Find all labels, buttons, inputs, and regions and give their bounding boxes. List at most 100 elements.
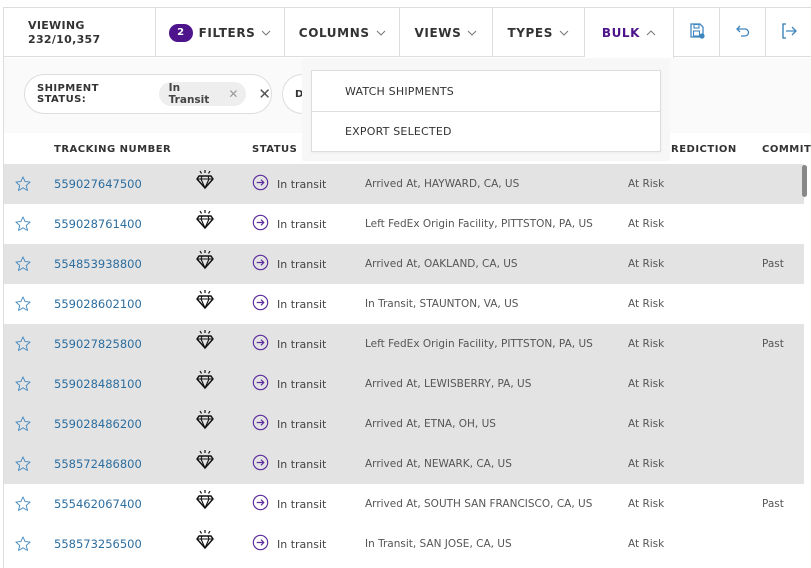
prediction: At Risk [628,418,665,430]
prediction: At Risk [628,298,665,310]
menu-item-export-selected[interactable]: EXPORT SELECTED [312,111,660,151]
viewing-label: VIEWING [28,18,85,32]
tracking-number-link[interactable]: 559027825800 [54,324,142,364]
remove-value-icon[interactable]: ✕ [228,87,238,101]
table-row[interactable]: 554853938800 In transit Arrived At, OAKL… [4,244,804,284]
scrollbar-thumb[interactable] [802,165,807,197]
exit-button[interactable] [766,8,811,57]
in-transit-arrow-icon [252,254,269,274]
filter-chip-label: SHIPMENT STATUS: [37,83,99,105]
latest-event: Arrived At, SOUTH SAN FRANCISCO, CA, US [365,498,593,510]
save-icon [688,22,706,43]
chevron-down-icon [376,30,386,36]
bulk-button[interactable]: BULK [584,8,675,58]
prediction: At Risk [628,378,665,390]
watch-star-icon[interactable] [14,244,32,284]
watch-star-icon[interactable] [14,444,32,484]
status-text: In transit [277,377,327,391]
commit-status: Past [762,338,784,350]
watch-star-icon[interactable] [14,164,32,204]
table-row[interactable]: 559028602100 In transit In Transit, STAU… [4,284,804,324]
table-row[interactable]: 558572486800 In transit Arrived At, NEWA… [4,444,804,484]
diamond-icon [194,440,216,480]
status-cell: In transit [252,484,326,524]
tracking-number-link[interactable]: 554853938800 [54,244,142,284]
tracking-number-link[interactable]: 559028602100 [54,284,142,324]
column-header-status[interactable]: STATUS [252,144,297,155]
in-transit-arrow-icon [252,374,269,394]
status-text: In transit [277,457,327,471]
column-header-tracking-number[interactable]: TRACKING NUMBER [54,144,171,155]
save-view-button[interactable] [674,8,721,57]
tracking-number-link[interactable]: 559028488100 [54,364,142,404]
views-label: VIEWS [414,25,462,40]
diamond-icon [194,400,216,440]
status-cell: In transit [252,364,326,404]
chevron-down-icon [559,30,569,36]
filter-chip-shipment-status[interactable]: SHIPMENT STATUS: In Transit ✕ ✕ [24,74,272,114]
tracking-number-link[interactable]: 558572486800 [54,444,142,484]
tracking-number-link[interactable]: 559028761400 [54,204,142,244]
latest-event: Arrived At, HAYWARD, CA, US [365,178,520,190]
in-transit-arrow-icon [252,334,269,354]
tracking-number-link[interactable]: 555462067400 [54,484,142,524]
table-row[interactable]: 558573256500 In transit In Transit, SAN … [4,524,804,564]
prediction: At Risk [628,258,665,270]
watch-star-icon[interactable] [14,524,32,564]
prediction: At Risk [628,338,665,350]
diamond-icon [194,480,216,520]
types-label: TYPES [507,25,553,40]
table-row[interactable]: 555462067400 In transit Arrived At, SOUT… [4,484,804,524]
table-row[interactable]: 559028488100 In transit Arrived At, LEWI… [4,364,804,404]
latest-event: Left FedEx Origin Facility, PITTSTON, PA… [365,218,593,230]
table-row[interactable]: 559028761400 In transit Left FedEx Origi… [4,204,804,244]
tracking-number-link[interactable]: 559028486200 [54,404,142,444]
latest-event: Arrived At, ETNA, OH, US [365,418,496,430]
viewing-count: VIEWING 232/10,357 [4,8,156,57]
columns-label: COLUMNS [298,25,370,40]
menu-item-watch-shipments[interactable]: WATCH SHIPMENTS [312,71,660,111]
scrollbar[interactable] [802,165,808,568]
filter-chip-value[interactable]: In Transit ✕ [158,82,247,106]
undo-button[interactable] [720,8,767,57]
table-row[interactable]: 559027825800 In transit Left FedEx Origi… [4,324,804,364]
columns-button[interactable]: COLUMNS [285,8,401,57]
in-transit-arrow-icon [252,494,269,514]
in-transit-arrow-icon [252,454,269,474]
views-button[interactable]: VIEWS [400,8,493,57]
types-button[interactable]: TYPES [493,8,585,57]
bulk-label: BULK [601,26,641,40]
filters-button[interactable]: 2 FILTERS [156,8,286,57]
filter-chip-value-text: In Transit [168,82,210,106]
chevron-down-icon [261,30,271,36]
in-transit-arrow-icon [252,414,269,434]
table-row[interactable]: 559028486200 In transit Arrived At, ETNA… [4,404,804,444]
watch-star-icon[interactable] [14,284,32,324]
watch-star-icon[interactable] [14,324,32,364]
commit-status: Past [762,498,784,510]
table-row[interactable]: 559027647500 In transit Arrived At, HAYW… [4,164,804,204]
column-header-prediction[interactable]: REDICTION [671,144,737,155]
status-text: In transit [277,337,327,351]
diamond-icon [194,240,216,280]
filters-count-badge: 2 [168,23,193,42]
status-text: In transit [277,217,327,231]
in-transit-arrow-icon [252,214,269,234]
prediction: At Risk [628,458,665,470]
chevron-up-icon [646,30,656,36]
status-cell: In transit [252,444,326,484]
watch-star-icon[interactable] [14,204,32,244]
status-text: In transit [277,257,327,271]
prediction: At Risk [628,498,665,510]
status-cell: In transit [252,204,326,244]
watch-star-icon[interactable] [14,484,32,524]
tracking-number-link[interactable]: 559027647500 [54,164,142,204]
status-cell: In transit [252,284,326,324]
latest-event: Arrived At, LEWISBERRY, PA, US [365,378,532,390]
prediction: At Risk [628,538,665,550]
watch-star-icon[interactable] [14,404,32,444]
watch-star-icon[interactable] [14,364,32,404]
column-header-commit[interactable]: COMMIT [762,144,811,155]
tracking-number-link[interactable]: 558573256500 [54,524,142,564]
remove-filter-icon[interactable]: ✕ [258,85,271,103]
